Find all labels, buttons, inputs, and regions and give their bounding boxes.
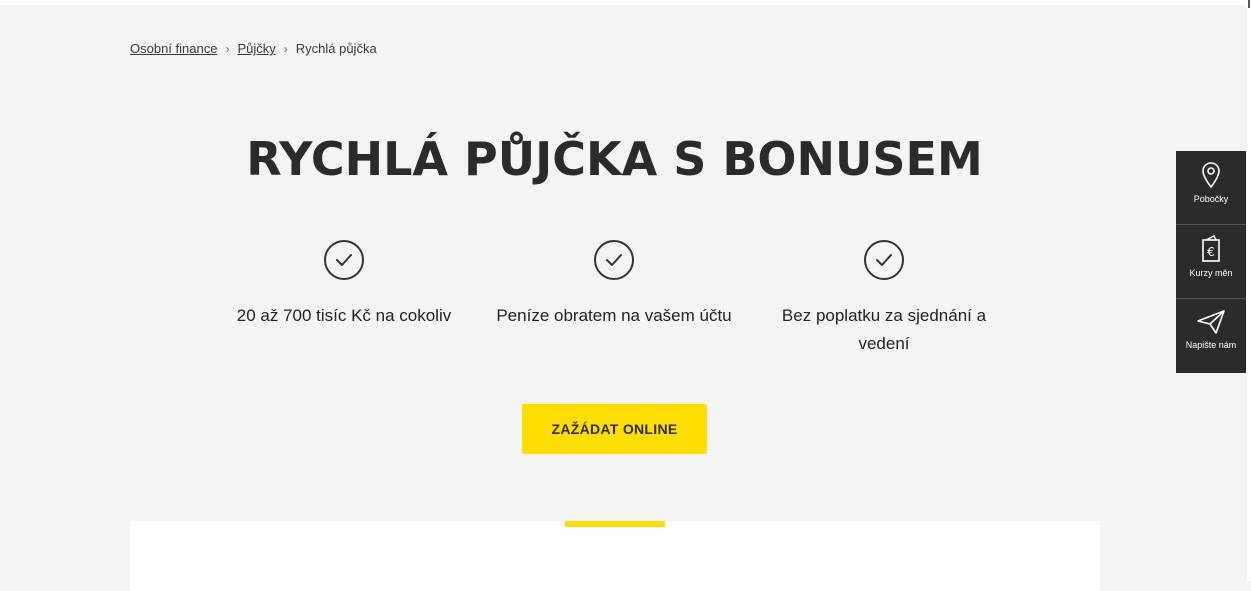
check-circle-icon [594, 240, 634, 280]
check-circle-icon [324, 240, 364, 280]
breadcrumb-link-pujcky[interactable]: Půjčky [237, 41, 275, 56]
feature-amount: 20 až 700 tisíc Kč na cokoliv [224, 240, 464, 330]
paper-plane-icon [1196, 309, 1226, 335]
side-contact-widget: Pobočky € Kurzy měn Napište nám [1176, 151, 1246, 373]
breadcrumb-current: Rychlá půjčka [295, 41, 377, 56]
check-circle-icon [864, 240, 904, 280]
breadcrumb-separator: › [225, 41, 230, 56]
euro-note-icon: € [1200, 235, 1222, 263]
page-title: RYCHLÁ PŮJČKA S BONUSEM [246, 132, 983, 186]
side-item-branches[interactable]: Pobočky [1176, 151, 1246, 225]
side-item-label: Pobočky [1193, 194, 1229, 204]
feature-no-fees: Bez poplatku za sjednání a vedení [764, 240, 1004, 358]
breadcrumb-link-osobni-finance[interactable]: Osobní finance [130, 41, 217, 56]
top-strip [0, 0, 1251, 5]
side-item-label: Napište nám [1185, 340, 1237, 350]
breadcrumb: Osobní finance › Půjčky › Rychlá půjčka [130, 41, 377, 56]
side-item-label: Kurzy měn [1189, 268, 1233, 278]
scrollbar[interactable] [1247, 0, 1251, 581]
feature-text: Peníze obratem na vašem účtu [496, 306, 732, 325]
svg-text:€: € [1207, 245, 1215, 259]
card-accent-bar [565, 521, 665, 527]
side-item-exchange-rates[interactable]: € Kurzy měn [1176, 225, 1246, 299]
breadcrumb-separator: › [283, 41, 288, 56]
feature-text: 20 až 700 tisíc Kč na cokoliv [236, 306, 452, 325]
apply-online-button[interactable]: ZAŽÁDAT ONLINE [522, 404, 707, 454]
feature-fast-money: Peníze obratem na vašem účtu [494, 240, 734, 330]
feature-text: Bez poplatku za sjednání a vedení [781, 306, 987, 353]
location-pin-icon [1200, 161, 1222, 189]
scrollbar-arrow[interactable] [1248, 0, 1250, 8]
side-item-write-us[interactable]: Napište nám [1176, 299, 1246, 373]
